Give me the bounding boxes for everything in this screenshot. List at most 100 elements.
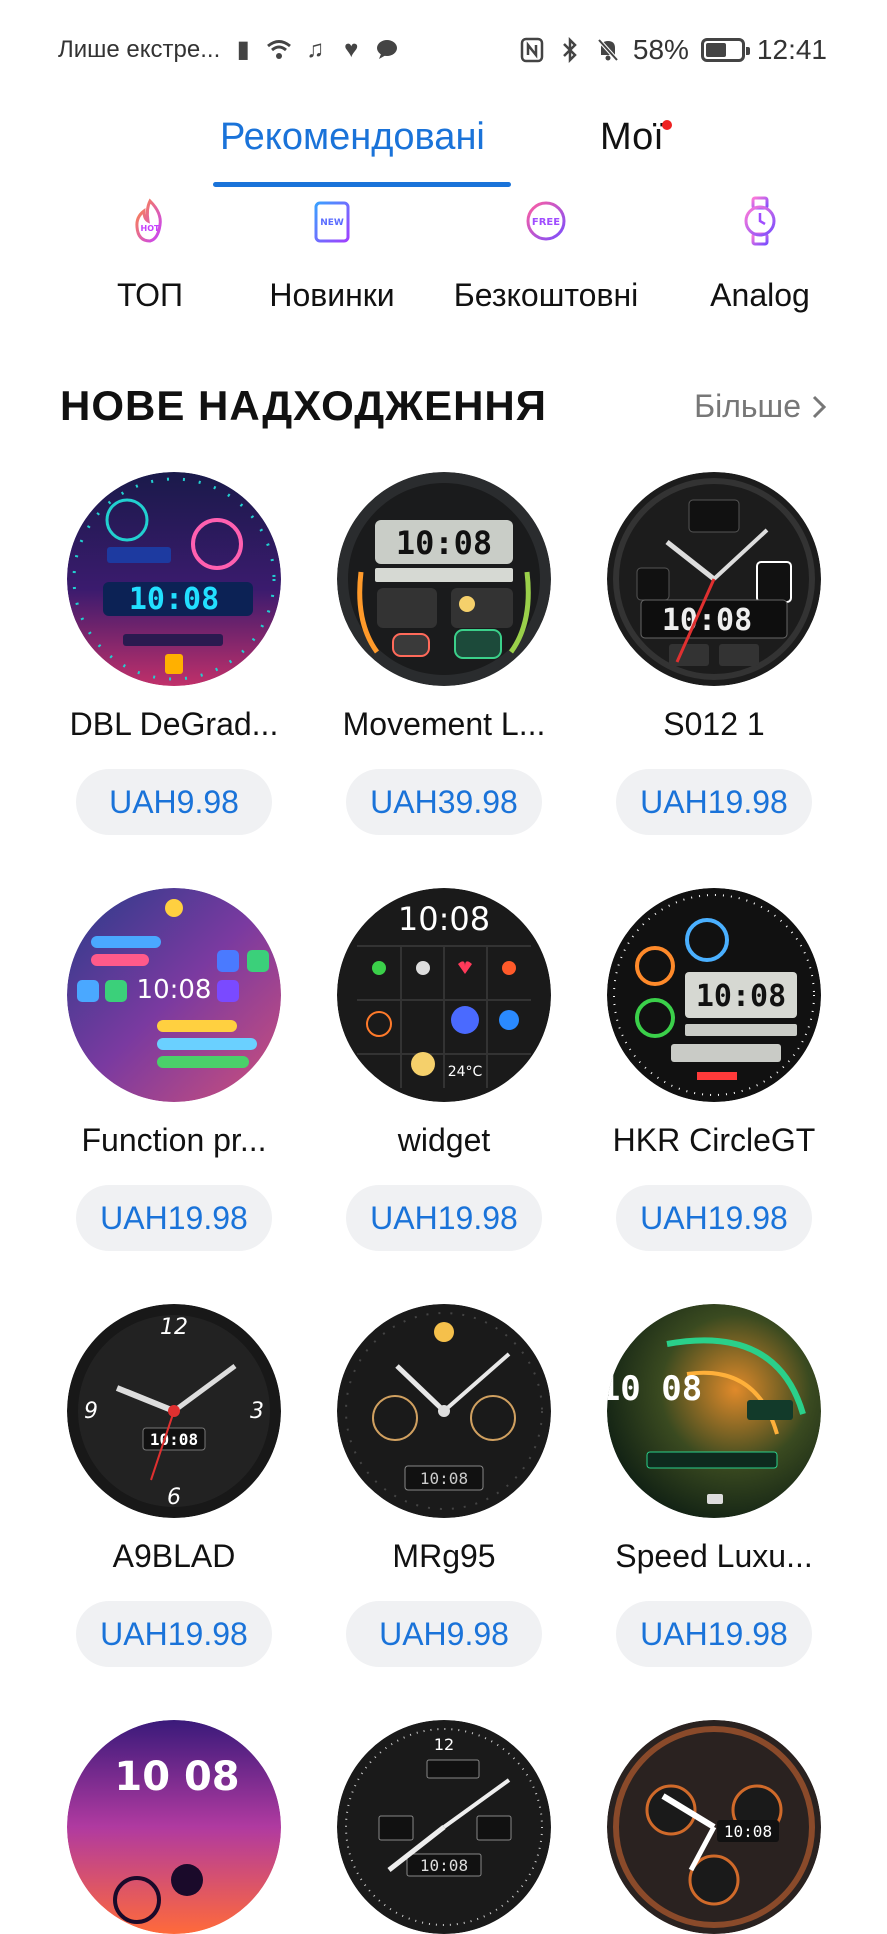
price-button[interactable]: UAH19.98: [616, 769, 812, 835]
more-link[interactable]: Більше: [694, 388, 827, 425]
svg-text:9: 9: [84, 1399, 98, 1424]
face-time: 10:08: [129, 582, 219, 617]
battery-icon: [700, 38, 750, 62]
watch-face-preview: 10:08: [67, 472, 281, 686]
face-time: 10:08: [724, 1822, 772, 1841]
watch-face-preview: 12 10:08: [337, 1720, 551, 1934]
watch-face-preview: 12 3 6 9 10:08: [67, 1304, 281, 1518]
watch-face-name: S012 1: [663, 706, 765, 742]
watch-face-card[interactable]: 10 08 Speed Luxu... UAH19.98: [584, 1304, 844, 1667]
watch-icon: [744, 196, 776, 246]
watch-face-name: Movement L...: [342, 706, 546, 742]
watch-face-preview: 10 08: [67, 1720, 281, 1934]
watch-face-name: DBL DeGrad...: [69, 706, 279, 742]
price-button[interactable]: UAH19.98: [616, 1601, 812, 1667]
status-right: 58% 12:41: [519, 34, 827, 66]
svg-text:24°C: 24°C: [448, 1064, 483, 1080]
face-time: 10:08: [662, 603, 752, 638]
watch-face-name: Speed Luxu...: [615, 1538, 813, 1574]
status-left: Лише екстре... ▮ ♫ ♥: [58, 36, 400, 64]
category-free[interactable]: FREE Безкоштовні: [446, 195, 646, 314]
watch-face-card[interactable]: 10:08 MRg95 UAH9.98: [314, 1304, 574, 1667]
category-new[interactable]: NEW Новинки: [232, 195, 432, 314]
chat-icon: [374, 37, 400, 63]
watch-face-preview: 10:08 24°C: [337, 888, 551, 1102]
face-time: 10:08: [396, 524, 492, 562]
watch-face-preview: 10:08: [67, 888, 281, 1102]
music-icon: ♫: [306, 36, 325, 63]
watch-face-preview: 10:08: [607, 888, 821, 1102]
face-time: 10:08: [398, 900, 490, 938]
face-time: 10:08: [150, 1430, 198, 1449]
category-label: Безкоштовні: [453, 277, 639, 313]
carrier-text: Лише екстре...: [58, 36, 221, 63]
more-label: Більше: [694, 388, 801, 424]
face-time: 10:08: [137, 975, 212, 1005]
price-button[interactable]: UAH19.98: [76, 1601, 272, 1667]
watch-face-preview: 10:08: [337, 472, 551, 686]
price-button[interactable]: UAH19.98: [76, 1185, 272, 1251]
face-time: 10 08: [607, 1369, 702, 1409]
watch-face-name: Function pr...: [81, 1122, 267, 1158]
face-time: 10:08: [420, 1856, 468, 1875]
watch-face-preview: 10:08: [607, 1720, 821, 1934]
watch-face-card[interactable]: 12 3 6 9 10:08 A9BLAD UAH19.98: [44, 1304, 304, 1667]
watch-face-card[interactable]: 10:08 24°C widget UAH19.98: [314, 888, 574, 1251]
tab-recommended[interactable]: Рекомендовані: [220, 116, 485, 159]
svg-text:12: 12: [434, 1735, 454, 1754]
watch-face-name: HKR CircleGT: [612, 1122, 816, 1158]
price-button[interactable]: UAH19.98: [346, 1185, 542, 1251]
section-title: НОВЕ НАДХОДЖЕННЯ: [60, 382, 547, 429]
wifi-icon: [266, 37, 292, 63]
mute-icon: [595, 37, 621, 63]
hot-icon: HOT: [135, 198, 162, 243]
nfc-icon: [519, 37, 545, 63]
watch-face-name: A9BLAD: [112, 1538, 236, 1574]
watch-face-preview: 10 08: [607, 1304, 821, 1518]
watch-face-preview: 10:08: [337, 1304, 551, 1518]
health-icon: ♥: [344, 36, 359, 63]
watch-face-card[interactable]: 10:08: [584, 1720, 844, 1934]
category-row: HOT ТОП NEW Новинки FREE Безкоштовні Ana…: [0, 195, 887, 335]
svg-text:6: 6: [167, 1485, 181, 1510]
watch-face-card[interactable]: 10:08 Function pr... UAH19.98: [44, 888, 304, 1251]
bluetooth-icon: [557, 36, 583, 64]
watch-face-card[interactable]: 10:08 DBL DeGrad... UAH9.98: [44, 472, 304, 835]
status-bar: Лише екстре... ▮ ♫ ♥ 58% 12:41: [0, 0, 887, 100]
svg-text:NEW: NEW: [320, 218, 344, 228]
watch-face-card[interactable]: 10:08 Movement L... UAH39.98: [314, 472, 574, 835]
chevron-right-icon: [812, 395, 827, 418]
watch-face-preview: 10:08: [607, 472, 821, 686]
price-button[interactable]: UAH39.98: [346, 769, 542, 835]
category-top[interactable]: HOT ТОП: [50, 195, 250, 314]
price-button[interactable]: UAH19.98: [616, 1185, 812, 1251]
watch-face-card[interactable]: 12 10:08: [314, 1720, 574, 1934]
notification-dot: [661, 120, 672, 130]
category-label: Новинки: [269, 277, 395, 313]
new-icon: NEW: [314, 201, 350, 243]
tab-bar: Рекомендовані Мої: [0, 100, 887, 190]
battery-percent: 58%: [632, 34, 689, 65]
svg-text:FREE: FREE: [532, 217, 560, 228]
watch-face-card[interactable]: 10:08 S012 1 UAH19.98: [584, 472, 844, 835]
clock: 12:41: [756, 34, 827, 65]
free-icon: FREE: [526, 201, 566, 241]
tab-mine[interactable]: Мої: [600, 116, 672, 159]
watch-face-card[interactable]: 10:08 HKR CircleGT UAH19.98: [584, 888, 844, 1251]
active-tab-indicator: [213, 182, 511, 187]
face-time: 10:08: [420, 1469, 468, 1488]
face-time: 10 08: [114, 1754, 239, 1800]
face-time: 10:08: [696, 979, 786, 1014]
sim-icon: ▮: [236, 36, 250, 63]
watch-face-card[interactable]: 10 08: [44, 1720, 304, 1934]
tab-mine-label: Мої: [600, 116, 664, 158]
watch-face-name: widget: [397, 1122, 491, 1158]
price-button[interactable]: UAH9.98: [346, 1601, 542, 1667]
watch-face-name: MRg95: [392, 1538, 496, 1574]
svg-text:3: 3: [250, 1399, 264, 1424]
category-label: Analog: [710, 277, 810, 313]
price-button[interactable]: UAH9.98: [76, 769, 272, 835]
svg-text:HOT: HOT: [141, 224, 160, 233]
category-analog[interactable]: Analog: [660, 195, 860, 314]
svg-text:12: 12: [160, 1315, 188, 1340]
